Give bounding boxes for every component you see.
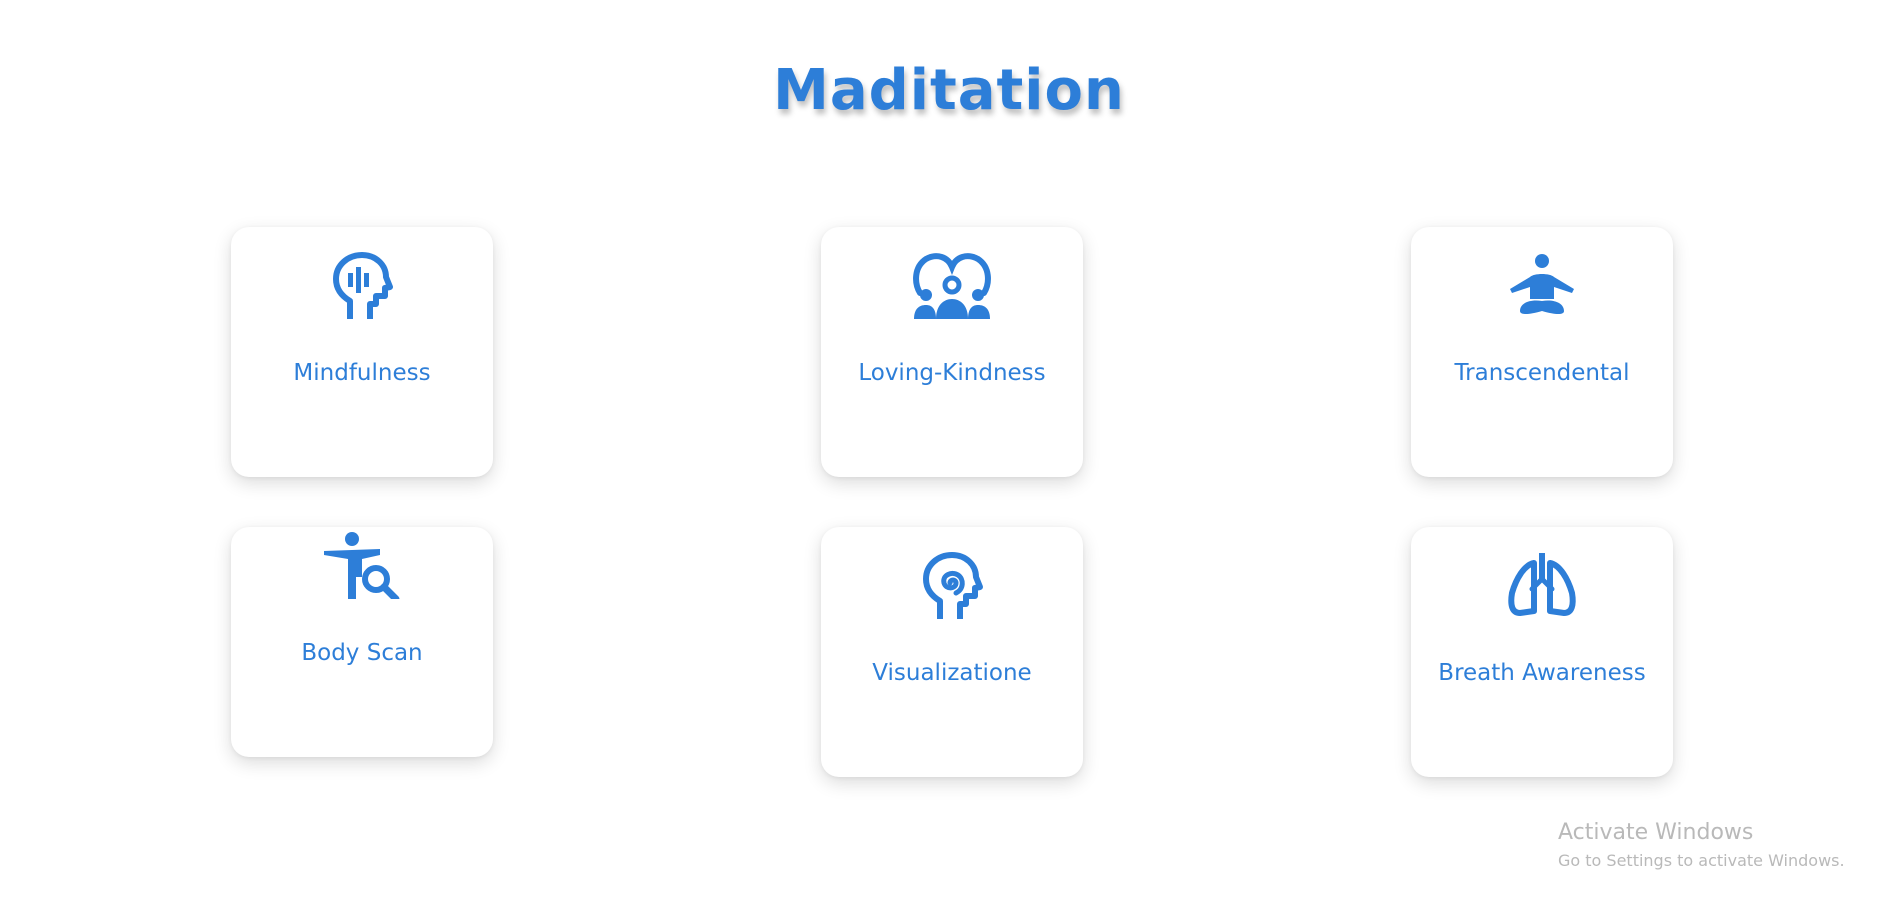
- meditation-pose-icon: [1500, 249, 1584, 321]
- page-title: Maditation: [773, 58, 1125, 123]
- head-spiral-icon: [910, 549, 994, 621]
- group-heart-icon: [910, 249, 994, 321]
- card-transcendental[interactable]: Transcendental: [1411, 227, 1673, 477]
- windows-activation-watermark: Activate Windows Go to Settings to activ…: [1558, 818, 1845, 872]
- card-label-loving-kindness: Loving-Kindness: [858, 360, 1046, 386]
- card-label-mindfulness: Mindfulness: [293, 360, 431, 386]
- card-label-transcendental: Transcendental: [1454, 360, 1630, 386]
- head-mind-icon: [320, 249, 404, 321]
- card-label-visualizatione: Visualizatione: [872, 660, 1032, 686]
- card-mindfulness[interactable]: Mindfulness: [231, 227, 493, 477]
- watermark-subtitle: Go to Settings to activate Windows.: [1558, 851, 1845, 870]
- lungs-icon: [1500, 549, 1584, 621]
- card-loving-kindness[interactable]: Loving-Kindness: [821, 227, 1083, 477]
- card-body-scan[interactable]: Body Scan: [231, 527, 493, 757]
- card-label-body-scan: Body Scan: [301, 640, 423, 666]
- person-magnifier-icon: [320, 527, 404, 599]
- card-visualizatione[interactable]: Visualizatione: [821, 527, 1083, 777]
- card-breath-awareness[interactable]: Breath Awareness: [1411, 527, 1673, 777]
- watermark-title: Activate Windows: [1558, 820, 1754, 845]
- card-label-breath-awareness: Breath Awareness: [1438, 660, 1646, 686]
- page: Maditation Mindfulness Loving-Kindness T…: [0, 0, 1898, 918]
